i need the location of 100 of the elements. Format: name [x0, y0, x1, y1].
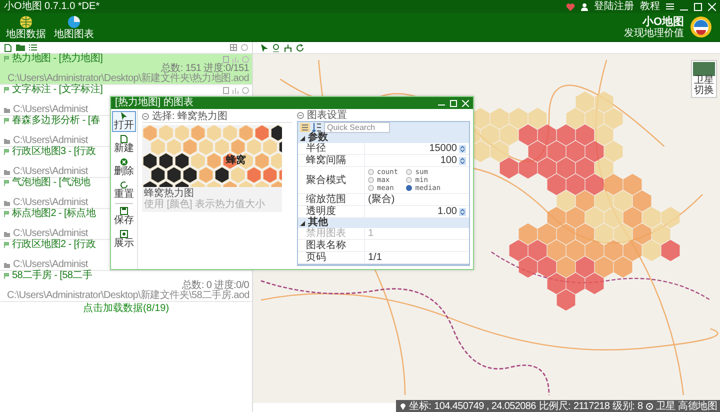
- close-icon[interactable]: [462, 100, 469, 106]
- project-title: 热力地图 - [热力地图]: [12, 54, 103, 64]
- pin-icon: [4, 211, 9, 217]
- expand-toggle-icon[interactable]: [300, 136, 305, 140]
- hexagon-cell: [538, 256, 556, 278]
- project-stats: 总数: 0 进度:0/0: [182, 281, 249, 291]
- project-stats: 总数: 151 进度:0/151: [160, 64, 249, 74]
- project-title: 行政区地图2 - [行政: [12, 240, 96, 250]
- radio-button[interactable]: [406, 169, 412, 175]
- project-title: 气泡地图 - [气泡地: [12, 178, 90, 188]
- sidebar-button[interactable]: 展示: [112, 229, 136, 250]
- hexagon-cell: [547, 140, 566, 162]
- hexagon-cell: [594, 91, 614, 113]
- collapse-icon[interactable]: [297, 112, 304, 119]
- property-value[interactable]: 1.00: [438, 206, 457, 217]
- collapse-icon[interactable]: [142, 113, 149, 120]
- hexagon-cell: [576, 124, 594, 146]
- pin-icon[interactable]: [272, 44, 280, 52]
- project-title: 标点地图2 - [标点地: [12, 209, 96, 219]
- satellite-thumbnail: [693, 62, 715, 76]
- status-label: 级别:: [612, 400, 635, 412]
- hexagon-cell: [566, 108, 585, 130]
- hexagon-cell: [556, 223, 576, 245]
- hexagon-cell: [594, 256, 614, 278]
- basemap-action: 切换: [694, 86, 714, 96]
- radio-button[interactable]: [406, 177, 412, 183]
- new-file-icon[interactable]: [4, 44, 12, 52]
- hexagon-cell: [556, 190, 576, 212]
- folder-icon: [4, 170, 10, 174]
- folder-icon[interactable]: [16, 44, 25, 51]
- expand-toggle-icon[interactable]: [300, 220, 305, 226]
- save-icon: [120, 207, 128, 215]
- ribbon-button[interactable]: 地图数据: [4, 14, 48, 40]
- refresh-icon[interactable]: [296, 44, 304, 52]
- hexagon-cell: [566, 206, 585, 228]
- hexagon-cell: [585, 272, 604, 294]
- file-path: C:\Users\Administ: [13, 229, 88, 239]
- app-slogan: 发现地理价值: [624, 28, 684, 38]
- hexagon-cell: [566, 272, 585, 294]
- sidebar-button[interactable]: 删除: [112, 157, 136, 178]
- help-link[interactable]: 教程: [640, 0, 660, 12]
- category-header: 其他: [308, 218, 328, 228]
- hexagon-cell: [556, 256, 576, 278]
- hexagon-cell: [604, 206, 623, 228]
- delete-icon: [120, 158, 128, 166]
- layer-label[interactable]: 卫星: [656, 399, 676, 412]
- window-title: 小O地图 0.7.1.0 *DE*: [4, 0, 100, 12]
- radio-button[interactable]: [368, 185, 374, 191]
- radio-button[interactable]: [406, 185, 412, 191]
- property-value[interactable]: (聚合): [368, 194, 395, 205]
- hexagon-cell: [623, 206, 642, 228]
- radio-button[interactable]: [368, 169, 374, 175]
- hexagon-cell: [490, 140, 509, 162]
- ribbon-button[interactable]: 地图图表: [52, 14, 96, 40]
- sidebar-button[interactable]: 打开: [112, 111, 136, 132]
- project-item[interactable]: 58二手房 - [58二手 总数: 0 进度:0/0 C:\Users\Administrator\Desktop\新建文件夹\58二手房.aod: [0, 271, 252, 302]
- close-icon[interactable]: [708, 2, 716, 10]
- hexagon-cell: [585, 206, 604, 228]
- hexagon-cell: [585, 240, 604, 262]
- provider-label[interactable]: 高德地图: [678, 399, 717, 412]
- hexagon-cell: [623, 240, 642, 262]
- property-value[interactable]: 1/1: [368, 252, 382, 263]
- hexagon-cell: [528, 240, 547, 262]
- quick-search-field[interactable]: Quick Search: [324, 122, 390, 133]
- grid-icon[interactable]: [230, 44, 237, 51]
- chart-template-card[interactable]: 蜂窝 蜂窝热力图 使用 [颜色] 表示热力值大小: [142, 125, 282, 212]
- pin-icon: [4, 242, 9, 248]
- hexagon-cell: [594, 124, 614, 146]
- sidebar-button[interactable]: 保存: [112, 206, 136, 227]
- basemap-switch-button[interactable]: 卫星 切换: [691, 60, 717, 98]
- hexagon-cell: [614, 190, 632, 212]
- hexagon-cell: [556, 157, 576, 179]
- hexagon-cell: [614, 256, 632, 278]
- hexagon-cell: [509, 108, 528, 130]
- sidebar-button[interactable]: 重置: [112, 180, 136, 201]
- property-value[interactable]: 15000: [429, 143, 457, 154]
- spinner-icon[interactable]: [459, 144, 466, 152]
- hexagon-cell: [661, 240, 680, 262]
- category-header: 参数: [308, 133, 328, 143]
- hexagon-cell: [547, 272, 566, 294]
- project-title: 文字标注 - [文字标注]: [12, 85, 103, 95]
- spinner-icon[interactable]: [459, 156, 466, 164]
- hexagon-cell: [632, 190, 652, 212]
- spinner-icon[interactable]: [459, 208, 466, 216]
- list-icon[interactable]: [29, 44, 37, 51]
- property-value[interactable]: 100: [440, 155, 457, 166]
- maximize-icon[interactable]: [694, 2, 702, 10]
- sidebar-button[interactable]: 新建: [112, 134, 136, 155]
- file-path: C:\Users\Administ: [13, 105, 88, 115]
- hexagon-cell: [566, 240, 585, 262]
- display-icon: [120, 230, 128, 238]
- menu-icon[interactable]: [666, 3, 674, 10]
- pointer-icon[interactable]: [261, 44, 268, 52]
- folder-icon: [4, 232, 10, 236]
- maximize-icon[interactable]: [450, 100, 457, 106]
- radio-button[interactable]: [368, 177, 374, 183]
- alphabetical-sort-icon[interactable]: [312, 123, 322, 132]
- target-icon: [646, 402, 653, 410]
- load-more-link[interactable]: 点击加载数据(8/19): [82, 303, 170, 314]
- account-link[interactable]: 登陆注册: [594, 0, 634, 12]
